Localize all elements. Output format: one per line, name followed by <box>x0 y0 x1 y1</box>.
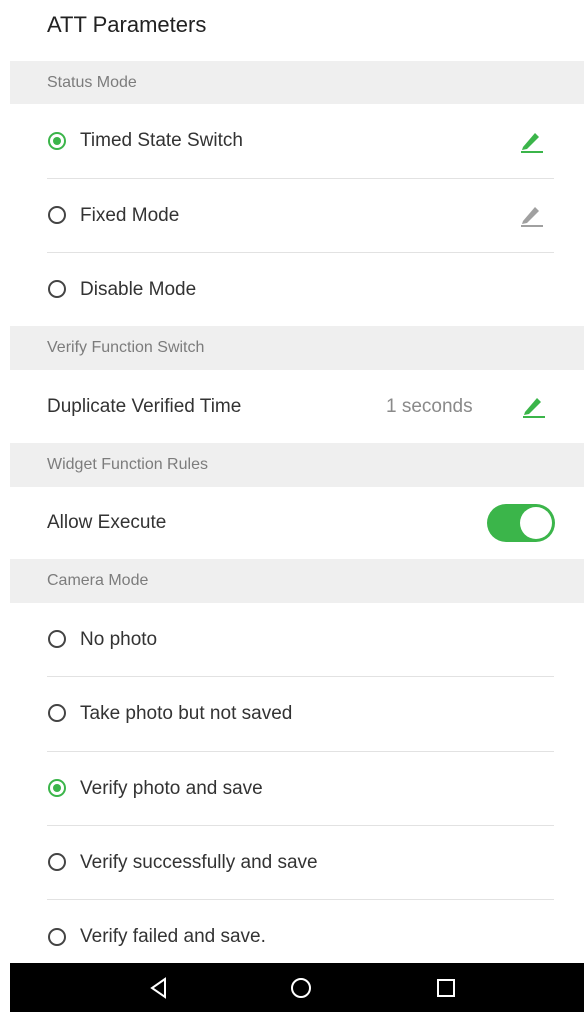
edit-icon[interactable] <box>518 202 544 228</box>
radio-unselected-icon[interactable] <box>48 206 66 224</box>
camera-option-label: Verify photo and save <box>80 777 263 799</box>
home-icon[interactable] <box>288 975 314 1001</box>
camera-option-label: Take photo but not saved <box>80 702 293 724</box>
section-camera-mode: Camera Mode <box>10 559 584 603</box>
status-option-disable-mode[interactable]: Disable Mode <box>0 253 584 326</box>
camera-option-label: Verify successfully and save <box>80 851 318 873</box>
radio-selected-icon[interactable] <box>48 132 66 150</box>
duplicate-verified-time-row[interactable]: Duplicate Verified Time 1 seconds <box>0 370 584 443</box>
camera-option-verify-success-save[interactable]: Verify successfully and save <box>0 826 584 899</box>
recents-icon[interactable] <box>433 975 459 1001</box>
camera-option-label: No photo <box>80 628 158 650</box>
section-verify-function-switch: Verify Function Switch <box>10 326 584 370</box>
section-status-mode: Status Mode <box>10 61 584 104</box>
camera-option-take-photo-not-saved[interactable]: Take photo but not saved <box>0 677 584 750</box>
allow-execute-row: Allow Execute <box>0 487 584 559</box>
page-title: ATT Parameters <box>47 12 207 37</box>
back-icon[interactable] <box>146 975 172 1001</box>
radio-unselected-icon[interactable] <box>48 853 66 871</box>
allow-execute-toggle[interactable] <box>487 504 555 542</box>
duplicate-verified-time-value: 1 seconds <box>386 395 473 417</box>
camera-option-label: Verify failed and save. <box>80 926 266 947</box>
edit-icon[interactable] <box>518 128 544 154</box>
status-option-label: Fixed Mode <box>80 204 180 226</box>
status-option-label: Disable Mode <box>80 278 197 300</box>
system-navigation-bar <box>10 963 584 1012</box>
section-widget-function-rules: Widget Function Rules <box>10 443 584 487</box>
status-option-fixed-mode[interactable]: Fixed Mode <box>0 179 584 252</box>
radio-unselected-icon[interactable] <box>48 704 66 722</box>
radio-unselected-icon[interactable] <box>48 928 66 946</box>
status-option-timed-state-switch[interactable]: Timed State Switch <box>0 104 584 178</box>
allow-execute-label: Allow Execute <box>47 512 167 533</box>
duplicate-verified-time-label: Duplicate Verified Time <box>47 395 242 417</box>
camera-option-verify-photo-save[interactable]: Verify photo and save <box>0 752 584 825</box>
toggle-knob <box>520 507 552 539</box>
camera-option-verify-failed-save[interactable]: Verify failed and save. <box>0 900 584 963</box>
radio-unselected-icon[interactable] <box>48 630 66 648</box>
edit-icon[interactable] <box>520 393 546 419</box>
radio-selected-icon[interactable] <box>48 779 66 797</box>
camera-option-no-photo[interactable]: No photo <box>0 603 584 676</box>
status-option-label: Timed State Switch <box>80 130 243 151</box>
radio-unselected-icon[interactable] <box>48 280 66 298</box>
